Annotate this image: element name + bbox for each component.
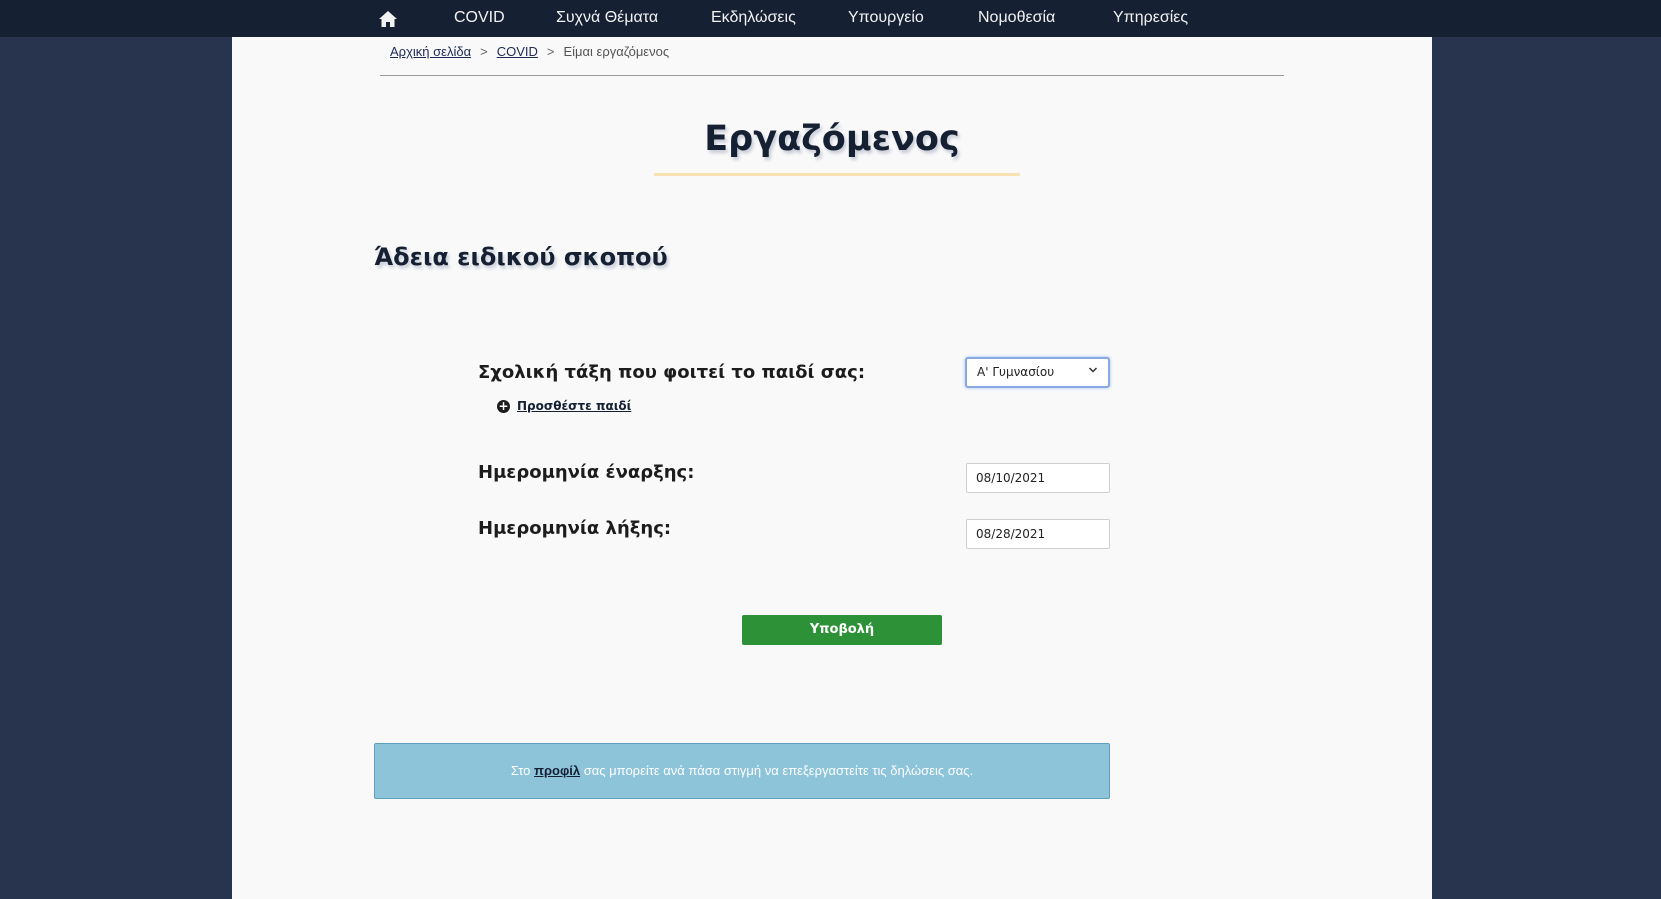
home-icon-glyph [379, 10, 397, 27]
start-date-label: Ημερομηνία έναρξης: [478, 462, 695, 483]
title-underline [654, 173, 1020, 176]
nav-item-ministry[interactable]: Υπουργείο [848, 9, 924, 27]
add-child-link[interactable]: + Προσθέστε παιδί [497, 399, 631, 413]
chevron-down-icon [1088, 364, 1098, 378]
page-title: Εργαζόμενος [704, 119, 960, 159]
end-date-input[interactable] [966, 519, 1110, 549]
breadcrumb-home-link[interactable]: Αρχική σελίδα [390, 44, 471, 59]
breadcrumb-current: Είμαι εργαζόμενος [563, 44, 670, 59]
info-message: Στο προφίλ σας μπορείτε ανά πάσα στιγμή … [374, 743, 1110, 799]
class-label: Σχολική τάξη που φοιτεί το παιδί σας: [478, 362, 866, 383]
profile-link[interactable]: προφίλ [534, 763, 580, 778]
breadcrumb: Αρχική σελίδα > COVID > Είμαι εργαζόμενο… [380, 44, 1284, 76]
nav-item-legislation[interactable]: Νομοθεσία [978, 9, 1055, 27]
nav-item-faq[interactable]: Συχνά Θέματα [556, 9, 658, 27]
info-prefix: Στο [510, 763, 531, 778]
add-child-label: Προσθέστε παιδί [517, 399, 632, 413]
breadcrumb-separator: > [546, 44, 555, 59]
home-icon[interactable] [378, 0, 418, 37]
start-date-input[interactable] [966, 463, 1110, 493]
class-select-value: Α' Γυμνασίου [977, 365, 1055, 379]
submit-button[interactable]: Υποβολή [742, 615, 942, 645]
nav-item-events[interactable]: Εκδηλώσεις [711, 9, 796, 27]
breadcrumb-covid-link[interactable]: COVID [497, 44, 538, 59]
info-suffix: σας μπορείτε ανά πάσα στιγμή να επεξεργα… [583, 763, 974, 778]
nav-item-covid[interactable]: COVID [454, 9, 505, 27]
section-title: Άδεια ειδικού σκοπού [374, 243, 668, 271]
end-date-label: Ημερομηνία λήξης: [478, 518, 672, 539]
top-navigation: COVID Συχνά Θέματα Εκδηλώσεις Υπουργείο … [0, 0, 1661, 37]
plus-circle-icon: + [497, 398, 510, 413]
main-panel: Αρχική σελίδα > COVID > Είμαι εργαζόμενο… [232, 37, 1432, 899]
nav-item-services[interactable]: Υπηρεσίες [1113, 9, 1188, 27]
class-select[interactable]: Α' Γυμνασίου [965, 357, 1110, 388]
breadcrumb-separator: > [480, 44, 488, 59]
